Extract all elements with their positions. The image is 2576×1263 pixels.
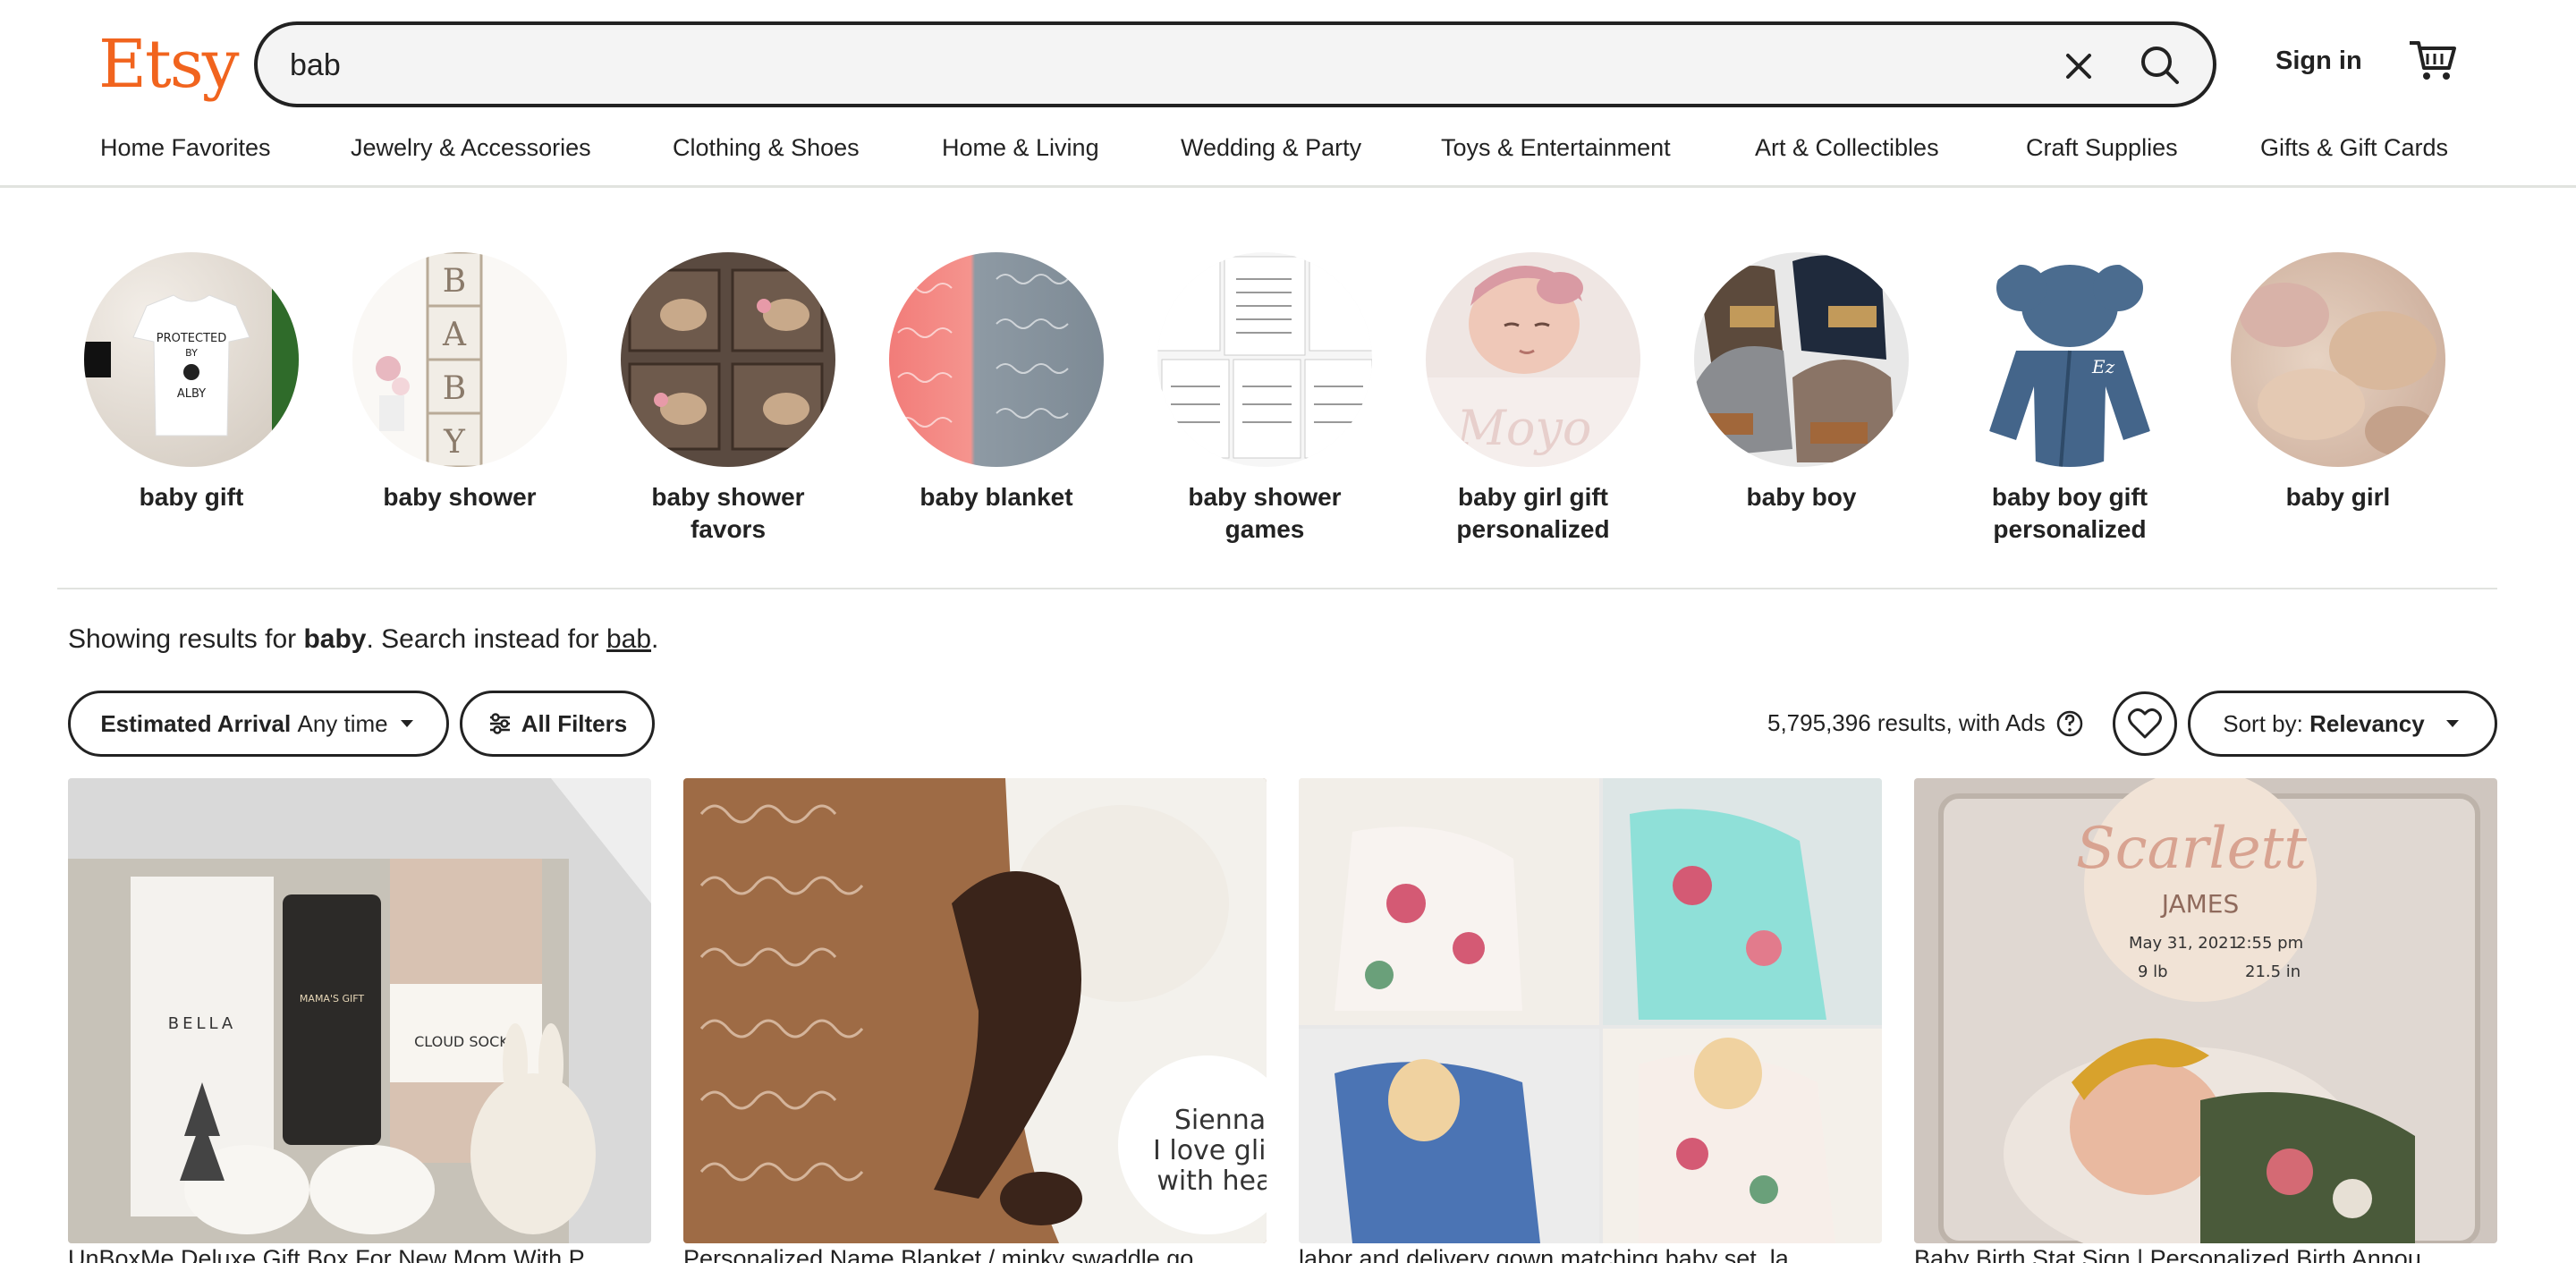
cart-icon[interactable] bbox=[2406, 34, 2460, 88]
filters-sliders-icon bbox=[489, 713, 510, 734]
category-toys[interactable]: Toys & Entertainment bbox=[1441, 134, 1671, 162]
estimated-arrival-filter[interactable]: Estimated Arrival Any time bbox=[68, 691, 449, 757]
sign-in-link[interactable]: Sign in bbox=[2275, 47, 2362, 76]
site-header: Etsy Sign in Home Favorites Jewelry & Ac… bbox=[0, 0, 2576, 188]
svg-text:2:55 pm: 2:55 pm bbox=[2236, 934, 2303, 953]
original-query-link[interactable]: bab bbox=[606, 624, 651, 654]
suggestion-baby-boy-gift-personalized[interactable]: Ez baby boy gift personalized bbox=[1962, 252, 2177, 546]
category-home-favorites[interactable]: Home Favorites bbox=[100, 134, 271, 162]
svg-text:PROTECTED: PROTECTED bbox=[157, 332, 227, 345]
category-art[interactable]: Art & Collectibles bbox=[1755, 134, 1939, 162]
name-blanket-photo-icon bbox=[889, 252, 1104, 467]
suggestion-baby-blanket[interactable]: baby blanket bbox=[889, 252, 1104, 513]
section-divider bbox=[57, 588, 2497, 589]
category-jewelry[interactable]: Jewelry & Accessories bbox=[351, 134, 591, 162]
svg-text:JAMES: JAMES bbox=[2160, 889, 2240, 919]
suggestion-baby-boy[interactable]: baby boy bbox=[1694, 252, 1909, 513]
product-image-gift-box[interactable]: BELLA MAMA'S GIFT CLOUD SOCKS bbox=[68, 778, 651, 1243]
sort-dropdown[interactable]: Sort by: Relevancy bbox=[2188, 691, 2497, 757]
product-title[interactable]: Baby Birth Stat Sign | Personalized Birt… bbox=[1914, 1247, 2497, 1263]
suggestion-baby-girl-gift-personalized[interactable]: Moyo baby girl gift personalized bbox=[1426, 252, 1640, 546]
svg-text:BY: BY bbox=[185, 347, 198, 359]
suggestion-label: baby girl bbox=[2285, 483, 2391, 511]
product-title[interactable]: Personalized Name Blanket / minky swaddl… bbox=[683, 1247, 1267, 1263]
svg-text:May 31, 2021: May 31, 2021 bbox=[2129, 934, 2239, 953]
svg-text:Scarlett: Scarlett bbox=[2076, 816, 2308, 882]
caret-down-icon bbox=[400, 720, 413, 727]
product-image-name-blanket[interactable]: Sienna I love glitt with hear bbox=[683, 778, 1267, 1243]
blue-robe-photo-icon: Ez bbox=[1962, 252, 2177, 467]
search-input[interactable] bbox=[290, 41, 1900, 89]
svg-text:B: B bbox=[443, 263, 466, 300]
save-search-button[interactable] bbox=[2113, 691, 2177, 756]
product-title[interactable]: labor and delivery gown matching baby se… bbox=[1299, 1247, 1882, 1263]
search-correction-notice: Showing results for baby. Search instead… bbox=[68, 624, 659, 654]
category-home-living[interactable]: Home & Living bbox=[942, 134, 1099, 162]
suggestion-label: baby boy bbox=[1746, 483, 1857, 511]
category-craft[interactable]: Craft Supplies bbox=[2026, 134, 2178, 162]
search-icon[interactable] bbox=[2132, 38, 2190, 95]
corrected-query: baby bbox=[303, 624, 367, 654]
svg-text:ALBY: ALBY bbox=[177, 387, 206, 401]
svg-text:21.5 in: 21.5 in bbox=[2245, 962, 2301, 981]
search-bar bbox=[254, 21, 2216, 107]
beanies-photo-icon bbox=[1694, 252, 1909, 467]
baby-blocks-photo-icon: B A B Y bbox=[352, 252, 567, 467]
results-count: 5,795,396 results, with Ads bbox=[1767, 709, 2084, 738]
suggestion-baby-shower[interactable]: B A B Y baby shower bbox=[352, 252, 567, 513]
svg-text:Ez: Ez bbox=[2091, 356, 2115, 377]
suggestion-label: baby shower favors bbox=[651, 483, 805, 543]
svg-text:B: B bbox=[443, 370, 466, 407]
all-filters-button[interactable]: All Filters bbox=[460, 691, 655, 757]
category-clothing[interactable]: Clothing & Shoes bbox=[673, 134, 860, 162]
suggestion-baby-shower-games[interactable]: baby shower games bbox=[1157, 252, 1372, 546]
suggestion-label: baby boy gift personalized bbox=[1991, 483, 2148, 543]
caret-down-icon bbox=[2445, 720, 2459, 727]
svg-text:Moyo: Moyo bbox=[1456, 400, 1592, 456]
product-title[interactable]: UnBoxMe Deluxe Gift Box For New Mom With… bbox=[68, 1247, 651, 1263]
suggestion-label: baby girl gift personalized bbox=[1456, 483, 1610, 543]
category-gifts[interactable]: Gifts & Gift Cards bbox=[2260, 134, 2448, 162]
svg-text:Y: Y bbox=[443, 424, 466, 461]
games-cards-photo-icon bbox=[1157, 252, 1372, 467]
suggestion-baby-gift[interactable]: PROTECTED BY ALBY baby gift bbox=[84, 252, 299, 513]
newborn-photo-icon: Moyo bbox=[1426, 252, 1640, 467]
favors-boxes-photo-icon bbox=[621, 252, 835, 467]
suggestion-baby-girl[interactable]: baby girl bbox=[2231, 252, 2445, 513]
product-image-birth-stat-sign[interactable]: Scarlett JAMES May 31, 2021 2:55 pm 9 lb… bbox=[1914, 778, 2497, 1243]
onesie-photo-icon: PROTECTED BY ALBY bbox=[84, 252, 299, 467]
category-wedding[interactable]: Wedding & Party bbox=[1181, 134, 1361, 162]
product-image-delivery-gown[interactable] bbox=[1299, 778, 1882, 1243]
suggestion-label: baby shower games bbox=[1188, 483, 1342, 543]
svg-text:I love glitt: I love glitt bbox=[1153, 1135, 1267, 1166]
suggestion-label: baby blanket bbox=[919, 483, 1073, 511]
svg-text:Sienna: Sienna bbox=[1174, 1105, 1266, 1136]
svg-text:CLOUD SOCKS: CLOUD SOCKS bbox=[414, 1033, 518, 1050]
ads-help-icon[interactable] bbox=[2055, 709, 2084, 738]
heart-icon bbox=[2128, 708, 2162, 739]
svg-text:BELLA: BELLA bbox=[168, 1014, 237, 1033]
etsy-logo[interactable]: Etsy bbox=[98, 20, 240, 109]
svg-text:A: A bbox=[442, 317, 467, 353]
clear-search-icon[interactable] bbox=[2054, 41, 2104, 91]
headbands-photo-icon bbox=[2231, 252, 2445, 467]
svg-text:9 lb: 9 lb bbox=[2138, 962, 2168, 981]
suggestion-label: baby gift bbox=[139, 483, 244, 511]
svg-text:with hear: with hear bbox=[1157, 1166, 1267, 1197]
suggestion-baby-shower-favors[interactable]: baby shower favors bbox=[621, 252, 835, 546]
svg-text:MAMA'S GIFT: MAMA'S GIFT bbox=[300, 993, 364, 1004]
suggestion-label: baby shower bbox=[383, 483, 537, 511]
